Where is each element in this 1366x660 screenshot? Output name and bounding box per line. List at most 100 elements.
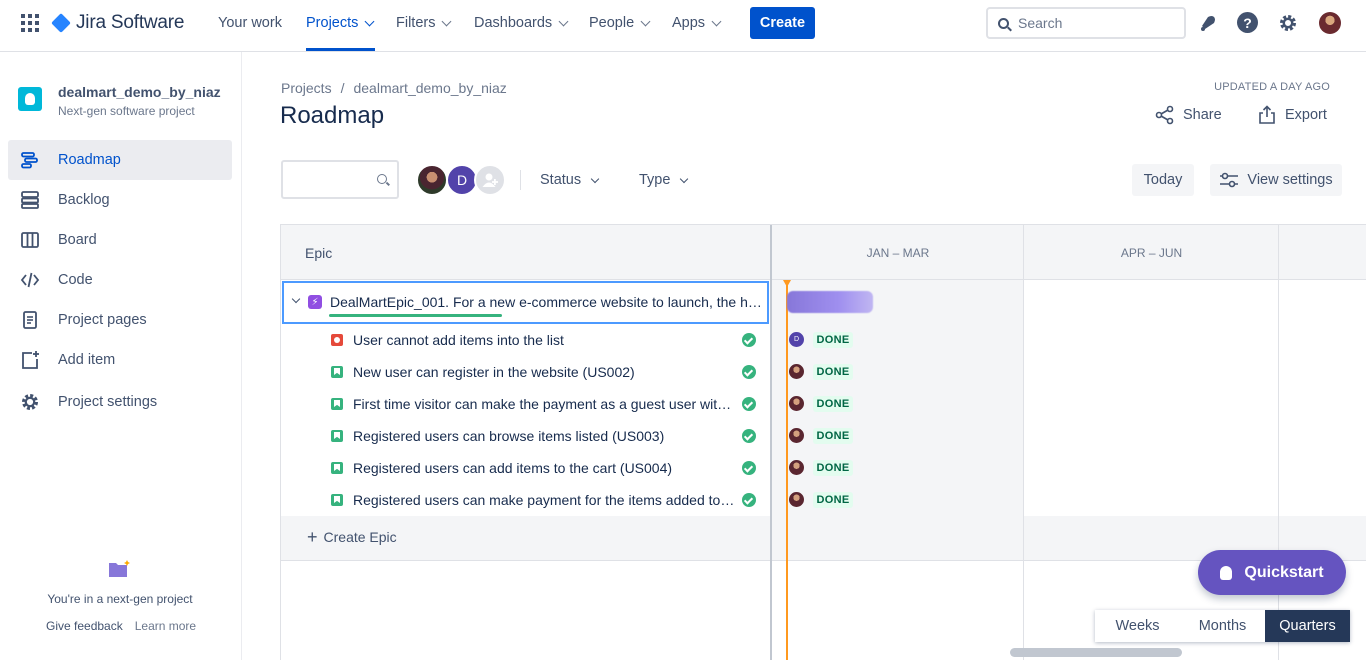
search-input[interactable]: Search <box>986 7 1186 39</box>
roadmap-grid: Epic JAN – MAR APR – JUN + Create Epic ⚡… <box>280 224 1366 660</box>
assignee-avatar[interactable] <box>789 492 804 507</box>
create-button[interactable]: Create <box>750 7 815 39</box>
chevron-down-icon <box>364 16 375 26</box>
breadcrumb-separator: / <box>340 80 345 96</box>
nav-your-work[interactable]: Your work <box>218 15 282 31</box>
create-epic-row: + Create Epic <box>281 516 1366 561</box>
sidebar-item-add-item[interactable]: Add item <box>8 340 232 380</box>
page-title: Roadmap <box>280 102 385 129</box>
search-placeholder: Search <box>1018 15 1063 31</box>
notifications-icon[interactable] <box>1197 12 1219 34</box>
breadcrumb-project[interactable]: dealmart_demo_by_niaz <box>353 80 506 96</box>
chevron-down-icon <box>590 174 600 183</box>
share-label: Share <box>1183 107 1222 123</box>
sidebar-item-label: Project pages <box>58 312 147 328</box>
status-lozenge: DONE <box>813 460 853 476</box>
export-button[interactable]: Export <box>1258 105 1327 125</box>
sidebar-item-project-pages[interactable]: Project pages <box>8 300 232 340</box>
user-avatar[interactable] <box>1319 12 1341 34</box>
share-button[interactable]: Share <box>1155 105 1222 125</box>
epic-row[interactable]: ⚡ DealMartEpic_001. For a new e-commerce… <box>282 281 769 324</box>
folder-sparkle-icon <box>109 560 130 577</box>
view-settings-button[interactable]: View settings <box>1210 164 1342 196</box>
sidebar-item-board[interactable]: Board <box>8 220 232 260</box>
sliders-icon <box>1220 172 1239 188</box>
add-people-button[interactable] <box>474 164 506 196</box>
add-item-icon <box>22 351 39 369</box>
chevron-down-icon[interactable] <box>291 294 301 304</box>
sidebar-item-roadmap[interactable]: Roadmap <box>8 140 232 180</box>
assignee-avatar-filter[interactable] <box>416 164 448 196</box>
issue-row[interactable]: User cannot add items into the list <box>281 324 770 356</box>
project-name[interactable]: dealmart_demo_by_niaz <box>58 84 221 100</box>
learn-more-link[interactable]: Learn more <box>135 619 196 633</box>
issue-title: New user can register in the website (US… <box>353 364 635 380</box>
status-lozenge: DONE <box>813 364 853 380</box>
nav-people[interactable]: People <box>589 15 651 31</box>
jira-logo[interactable]: Jira Software <box>51 12 184 34</box>
timescale-switcher: Weeks Months Quarters <box>1095 610 1350 642</box>
check-circle-icon <box>742 429 756 443</box>
assignee-avatar[interactable] <box>789 396 804 411</box>
epic-progress-bar <box>329 314 502 317</box>
gear-icon[interactable] <box>1277 12 1299 34</box>
story-icon <box>331 398 343 410</box>
nav-dashboards[interactable]: Dashboards <box>474 15 569 31</box>
status-lozenge: DONE <box>813 332 853 348</box>
issue-row[interactable]: Registered users can browse items listed… <box>281 420 770 452</box>
type-filter-dropdown[interactable]: Type <box>639 172 689 188</box>
sidebar-item-label: Add item <box>58 352 116 368</box>
status-filter-dropdown[interactable]: Status <box>540 172 600 188</box>
export-label: Export <box>1285 107 1327 123</box>
assignee-avatar[interactable] <box>789 460 804 475</box>
give-feedback-link[interactable]: Give feedback <box>46 619 123 633</box>
updated-label: UPDATED A DAY AGO <box>1214 81 1330 93</box>
issue-row[interactable]: Registered users can add items to the ca… <box>281 452 770 484</box>
current-quarter-shading <box>772 280 1024 516</box>
add-person-icon <box>482 173 498 187</box>
sidebar-item-label: Board <box>58 232 97 248</box>
scale-months[interactable]: Months <box>1180 610 1265 642</box>
project-avatar <box>18 87 42 111</box>
breadcrumb-projects[interactable]: Projects <box>281 80 332 96</box>
issue-row[interactable]: First time visitor can make the payment … <box>281 388 770 420</box>
nav-projects[interactable]: Projects <box>306 15 375 31</box>
issue-row[interactable]: Registered users can make payment for th… <box>281 484 770 516</box>
create-epic-button[interactable]: + Create Epic <box>307 528 397 546</box>
chevron-down-icon <box>640 16 651 26</box>
assignee-avatar[interactable] <box>789 428 804 443</box>
status-lozenge: DONE <box>813 492 853 508</box>
nav-filters[interactable]: Filters <box>396 15 452 31</box>
nav-apps[interactable]: Apps <box>672 15 722 31</box>
epic-icon: ⚡ <box>308 295 322 309</box>
share-icon <box>1155 105 1174 125</box>
app-switcher-icon[interactable] <box>20 13 40 33</box>
lightbulb-icon <box>1220 565 1233 580</box>
assignee-avatar[interactable] <box>789 364 804 379</box>
sidebar-item-label: Code <box>58 272 93 288</box>
today-marker <box>786 280 788 660</box>
roadmap-search-input[interactable] <box>281 160 399 199</box>
breadcrumb: Projects / dealmart_demo_by_niaz <box>281 80 507 96</box>
epic-column-divider[interactable] <box>770 225 772 660</box>
top-navigation: Jira Software Your work Projects Filters… <box>0 0 1366 52</box>
issue-row[interactable]: New user can register in the website (US… <box>281 356 770 388</box>
sidebar-item-project-settings[interactable]: Project settings <box>8 382 232 422</box>
today-button[interactable]: Today <box>1132 164 1194 196</box>
check-circle-icon <box>742 493 756 507</box>
story-icon <box>331 430 343 442</box>
chevron-down-icon <box>711 16 722 26</box>
sidebar-item-code[interactable]: Code <box>8 260 232 300</box>
assignee-avatar[interactable]: D <box>789 332 804 347</box>
help-icon[interactable]: ? <box>1237 12 1258 33</box>
scale-quarters[interactable]: Quarters <box>1265 610 1350 642</box>
horizontal-scrollbar[interactable] <box>1010 648 1182 657</box>
epic-timeline-bar[interactable] <box>787 291 873 313</box>
sidebar-item-backlog[interactable]: Backlog <box>8 180 232 220</box>
epic-title: DealMartEpic_001. For a new e-commerce w… <box>330 294 762 310</box>
quickstart-button[interactable]: Quickstart <box>1198 550 1346 595</box>
pages-icon <box>23 311 37 329</box>
scale-weeks[interactable]: Weeks <box>1095 610 1180 642</box>
today-marker-head <box>783 280 791 287</box>
chevron-down-icon <box>442 16 452 26</box>
